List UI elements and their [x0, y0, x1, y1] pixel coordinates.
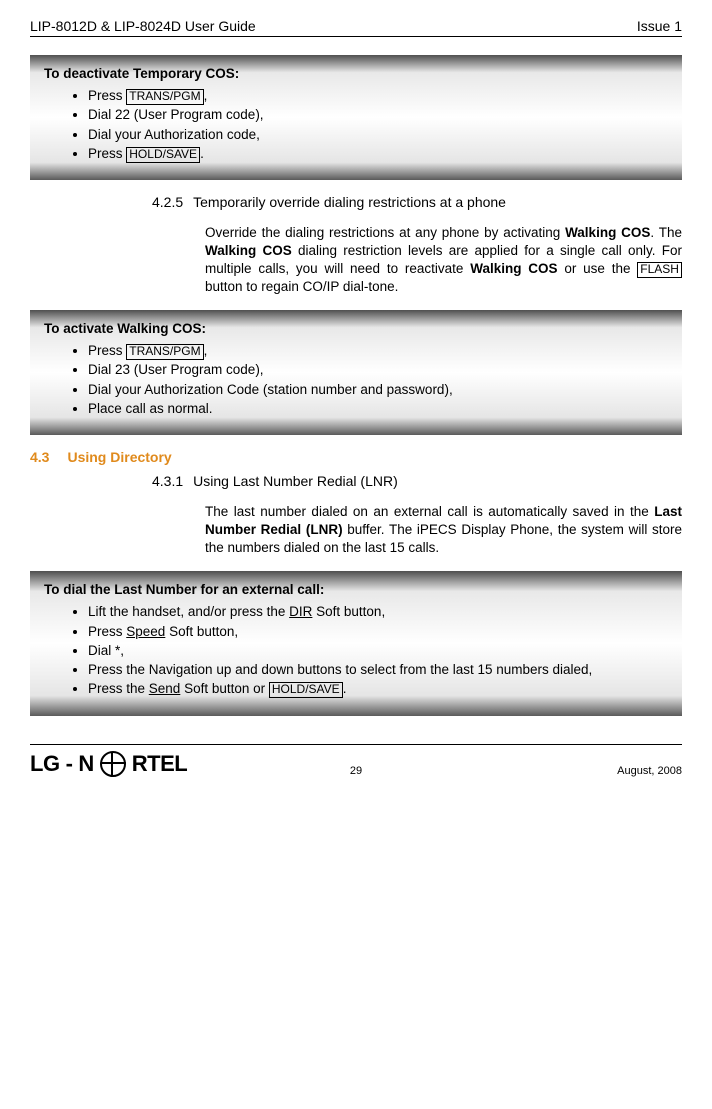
paragraph-425: Override the dialing restrictions at any…	[205, 224, 682, 297]
section-title: Using Directory	[67, 449, 171, 465]
trans-pgm-key: TRANS/PGM	[126, 89, 203, 105]
speed-softbutton: Speed	[126, 624, 165, 639]
page-footer: LG - N RTEL 29 August, 2008	[30, 744, 682, 777]
hold-save-key: HOLD/SAVE	[126, 147, 200, 163]
subheading-title: Temporarily override dialing restriction…	[193, 194, 682, 210]
hold-save-key: HOLD/SAVE	[269, 682, 343, 698]
deactivate-cos-box: To deactivate Temporary COS: Press TRANS…	[30, 55, 682, 180]
subheading-number: 4.3.1	[152, 473, 183, 489]
subheading-title: Using Last Number Redial (LNR)	[193, 473, 682, 489]
activate-walking-cos-box: To activate Walking COS: Press TRANS/PGM…	[30, 310, 682, 435]
paragraph-431: The last number dialed on an external ca…	[205, 503, 682, 558]
list-item: Press HOLD/SAVE.	[88, 145, 668, 163]
box1-list: Press TRANS/PGM, Dial 22 (User Program c…	[44, 87, 668, 163]
footer-date: August, 2008	[617, 765, 682, 777]
dir-softbutton: DIR	[289, 604, 312, 619]
list-item: Press Speed Soft button,	[88, 623, 668, 641]
section-4-3-heading: 4.3 Using Directory	[30, 449, 682, 465]
lg-nortel-logo: LG - N RTEL	[30, 751, 187, 777]
header-left: LIP-8012D & LIP-8024D User Guide	[30, 18, 256, 34]
page-number: 29	[350, 765, 362, 777]
box2-title: To activate Walking COS:	[44, 320, 668, 338]
list-item: Dial 23 (User Program code),	[88, 361, 668, 379]
list-item: Dial 22 (User Program code),	[88, 106, 668, 124]
section-number: 4.3	[30, 449, 49, 465]
list-item: Place call as normal.	[88, 400, 668, 418]
subheading-number: 4.2.5	[152, 194, 183, 210]
list-item: Press TRANS/PGM,	[88, 342, 668, 360]
send-softbutton: Send	[149, 681, 181, 696]
subheading-4-3-1: 4.3.1 Using Last Number Redial (LNR)	[152, 473, 682, 489]
box2-list: Press TRANS/PGM, Dial 23 (User Program c…	[44, 342, 668, 418]
flash-key: FLASH	[637, 262, 682, 278]
dial-last-number-box: To dial the Last Number for an external …	[30, 571, 682, 715]
subheading-4-2-5: 4.2.5 Temporarily override dialing restr…	[152, 194, 682, 210]
box3-title: To dial the Last Number for an external …	[44, 581, 668, 599]
box3-list: Lift the handset, and/or press the DIR S…	[44, 603, 668, 698]
list-item: Dial *,	[88, 642, 668, 660]
list-item: Press the Send Soft button or HOLD/SAVE.	[88, 680, 668, 698]
list-item: Press TRANS/PGM,	[88, 87, 668, 105]
list-item: Dial your Authorization code,	[88, 126, 668, 144]
box1-title: To deactivate Temporary COS:	[44, 65, 668, 83]
trans-pgm-key: TRANS/PGM	[126, 344, 203, 360]
list-item: Dial your Authorization Code (station nu…	[88, 381, 668, 399]
header-right: Issue 1	[637, 18, 682, 34]
list-item: Lift the handset, and/or press the DIR S…	[88, 603, 668, 621]
page-header: LIP-8012D & LIP-8024D User Guide Issue 1	[30, 18, 682, 37]
globe-icon	[100, 751, 126, 777]
list-item: Press the Navigation up and down buttons…	[88, 661, 668, 679]
